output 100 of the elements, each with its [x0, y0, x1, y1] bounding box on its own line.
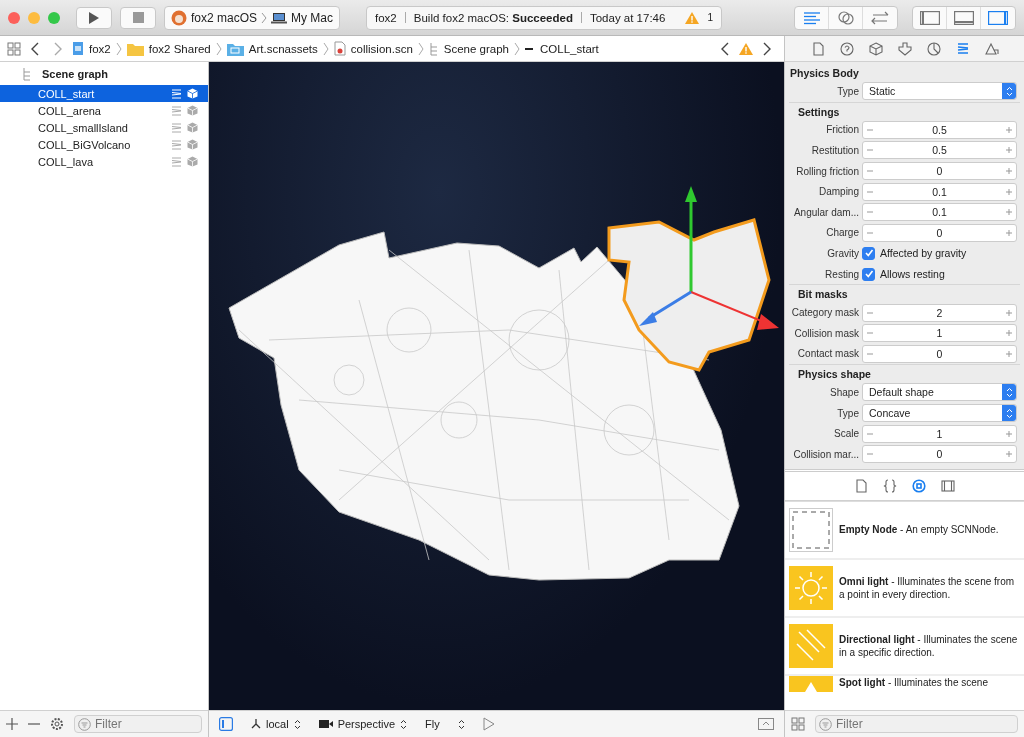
item-description: Spot light - Illuminates the scene — [839, 675, 988, 689]
tree-item[interactable]: COLL_arena — [0, 102, 208, 119]
material-icon — [926, 41, 941, 56]
right-panel-icon — [988, 10, 1008, 25]
item-description: Omni light - Illuminates the scene from a point in every direction. — [839, 574, 1016, 601]
run-button[interactable] — [76, 6, 112, 29]
breadcrumb-item[interactable]: collision.scn — [333, 41, 413, 56]
breadcrumb-item[interactable]: Scene graph — [428, 41, 509, 56]
plus-icon — [1006, 147, 1012, 154]
filter-field[interactable]: Filter — [815, 715, 1018, 733]
help-inspector-tab[interactable] — [837, 39, 856, 58]
number-stepper[interactable]: 0.1 — [862, 182, 1017, 201]
plus-icon — [1006, 168, 1012, 175]
physics-icon — [171, 122, 182, 133]
minus-icon — [867, 209, 873, 216]
number-stepper[interactable]: 0 — [862, 445, 1017, 464]
forward-icon[interactable] — [54, 41, 62, 56]
grid-icon[interactable] — [791, 717, 805, 731]
attributes-inspector-tab[interactable] — [895, 39, 914, 58]
file-icon — [810, 41, 825, 56]
app-icon — [171, 9, 187, 26]
object-library-tab[interactable] — [910, 476, 928, 495]
physics-icon — [171, 139, 182, 150]
material-inspector-tab[interactable] — [924, 39, 943, 58]
library-item[interactable]: Omni light - Illuminates the scene from a point in every direction. — [785, 559, 1024, 618]
checkbox[interactable] — [862, 246, 875, 260]
sidebar-toggle-icon[interactable] — [219, 717, 233, 731]
cube-icon — [187, 88, 198, 99]
physics-icon — [955, 41, 970, 56]
cube-icon — [187, 139, 198, 150]
number-stepper[interactable]: 1 — [862, 424, 1017, 443]
code-library-tab[interactable] — [881, 476, 899, 495]
chevron-icon — [261, 11, 268, 24]
plus-icon — [1006, 451, 1012, 458]
popup-button[interactable]: Concave — [862, 404, 1017, 422]
tree-item[interactable]: COLL_BiGVolcano — [0, 136, 208, 153]
help-icon — [839, 41, 854, 56]
stepper-arrows-icon — [1002, 384, 1016, 401]
filter-icon — [819, 718, 832, 731]
add-icon[interactable] — [6, 718, 18, 730]
popup-button[interactable]: Static — [862, 82, 1017, 101]
section-heading: Physics shape — [797, 367, 872, 383]
play-icon — [88, 10, 100, 25]
tree-item[interactable]: COLL_smallIsland — [0, 119, 208, 136]
tree-item[interactable]: COLL_lava — [0, 153, 208, 170]
attributes-icon — [897, 41, 912, 56]
minus-icon — [867, 126, 873, 133]
mode-selector[interactable]: Fly — [425, 718, 440, 730]
number-stepper[interactable]: 0.5 — [862, 120, 1017, 139]
number-stepper[interactable]: 2 — [862, 303, 1017, 322]
camera-selector[interactable]: Perspective — [318, 718, 408, 730]
number-stepper[interactable]: 1 — [862, 324, 1017, 343]
checkbox[interactable] — [862, 267, 875, 281]
close-button[interactable] — [8, 11, 20, 24]
laptop-icon — [271, 11, 288, 24]
filter-field[interactable]: Filter — [74, 715, 202, 733]
field-label: Charge — [825, 227, 859, 239]
stepper-arrows-icon[interactable] — [457, 718, 465, 730]
physics-icon — [171, 88, 182, 99]
warning-icon — [685, 11, 700, 24]
popup-button[interactable]: Default shape — [862, 383, 1017, 402]
library-item[interactable]: Empty Node - An empty SCNNode. — [785, 501, 1024, 560]
play-icon[interactable] — [482, 717, 495, 731]
field-label: Category mask — [790, 307, 859, 319]
library-item[interactable]: Spot light - Illuminates the scene — [785, 675, 1024, 694]
lines-icon — [802, 10, 821, 25]
space-selector[interactable]: local — [251, 718, 301, 730]
cube-icon — [187, 122, 198, 133]
node-icon — [868, 41, 883, 56]
filter-icon — [78, 718, 91, 731]
breadcrumb-item[interactable]: Art.scnassets — [226, 41, 318, 56]
breadcrumb-item[interactable]: fox2 — [72, 41, 111, 56]
breadcrumb-item[interactable]: COLL_start — [525, 42, 599, 55]
scene-viewport[interactable] — [209, 62, 784, 710]
next-issue-icon[interactable] — [763, 41, 771, 56]
scheme-selector[interactable]: fox2 macOS My Mac — [164, 5, 341, 30]
number-stepper[interactable]: 0.5 — [862, 141, 1017, 160]
checkmark-icon — [863, 248, 874, 259]
plus-icon — [1006, 126, 1012, 133]
settings-icon[interactable] — [50, 717, 64, 731]
stop-button[interactable] — [120, 6, 156, 29]
grid-icon[interactable] — [7, 41, 21, 56]
panel-toggle-icon[interactable] — [758, 718, 774, 730]
tree-item[interactable]: COLL_start — [0, 85, 208, 102]
field-label: Collision mar... — [792, 448, 859, 460]
plus-icon — [1006, 430, 1012, 437]
previous-issue-icon[interactable] — [721, 41, 729, 56]
plus-icon — [1006, 229, 1012, 236]
library-item[interactable]: Directional light - Illuminates the scene in a specific direction. — [785, 617, 1024, 676]
number-stepper[interactable]: 0.1 — [862, 203, 1017, 222]
field-label: Scale — [833, 428, 859, 440]
breadcrumb-item[interactable]: fox2 Shared — [126, 41, 211, 56]
number-stepper[interactable]: 0 — [862, 223, 1017, 242]
minus-icon — [867, 309, 873, 316]
number-stepper[interactable]: 0 — [862, 344, 1017, 363]
chevron-icon — [322, 41, 329, 56]
checkbox-label: Allows resting — [880, 268, 945, 281]
number-stepper[interactable]: 0 — [862, 162, 1017, 181]
build-time: Today at 17:46 — [589, 11, 666, 24]
back-icon[interactable] — [31, 41, 39, 56]
